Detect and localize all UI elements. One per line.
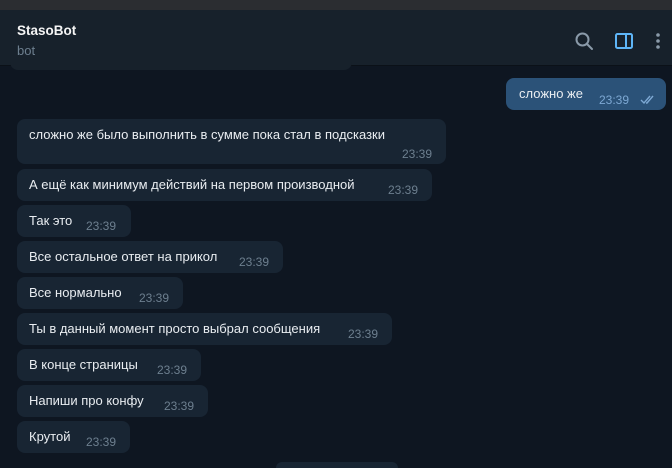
message-time: 23:39 <box>139 291 170 305</box>
message-time: 23:39 <box>86 435 117 449</box>
incoming-message[interactable]: сложно же было выполнить в сумме пока ст… <box>17 119 446 164</box>
message-text: Так это <box>29 213 73 228</box>
incoming-message[interactable]: Так это 23:39 <box>17 205 131 237</box>
message-text: Все нормально <box>29 285 122 300</box>
message-text: Все остальное ответ на прикол <box>29 249 218 264</box>
incoming-message[interactable]: Крутой 23:39 <box>17 421 130 453</box>
incoming-message[interactable]: А ещё как минимум действий на первом про… <box>17 169 432 201</box>
more-options-icon[interactable] <box>648 31 668 51</box>
chat-status: bot <box>17 43 36 58</box>
message-time: 23:39 <box>86 219 117 233</box>
message-time: 23:39 <box>388 183 419 197</box>
message-time: 23:39 <box>239 255 270 269</box>
next-message-bubble-edge <box>276 462 398 468</box>
message-text: Крутой <box>29 429 71 444</box>
chat-title[interactable]: StasoBot <box>17 23 76 38</box>
previous-message-bubble-edge <box>10 58 352 70</box>
message-text: А ещё как минимум действий на первом про… <box>29 177 355 192</box>
message-time: 23:39 <box>402 147 433 161</box>
message-time: 23:39 <box>157 363 188 377</box>
message-text: сложно же было выполнить в сумме пока ст… <box>29 127 385 142</box>
incoming-message[interactable]: Все нормально 23:39 <box>17 277 183 309</box>
message-text: сложно же <box>519 86 583 101</box>
search-icon[interactable] <box>574 31 594 51</box>
outgoing-message[interactable]: сложно же 23:39 <box>506 78 666 110</box>
message-text: В конце страницы <box>29 357 138 372</box>
message-time: 23:39 <box>599 93 630 107</box>
sidebar-toggle-icon[interactable] <box>614 31 634 51</box>
incoming-message[interactable]: Напиши про конфу 23:39 <box>17 385 208 417</box>
incoming-message[interactable]: В конце страницы 23:39 <box>17 349 201 381</box>
message-time: 23:39 <box>164 399 195 413</box>
double-check-icon <box>640 95 654 105</box>
window-top-strip <box>0 0 672 10</box>
message-text: Напиши про конфу <box>29 393 144 408</box>
message-text: Ты в данный момент просто выбрал сообщен… <box>29 321 321 336</box>
incoming-message[interactable]: Ты в данный момент просто выбрал сообщен… <box>17 313 392 345</box>
message-time: 23:39 <box>348 327 379 341</box>
incoming-message[interactable]: Все остальное ответ на прикол 23:39 <box>17 241 283 273</box>
